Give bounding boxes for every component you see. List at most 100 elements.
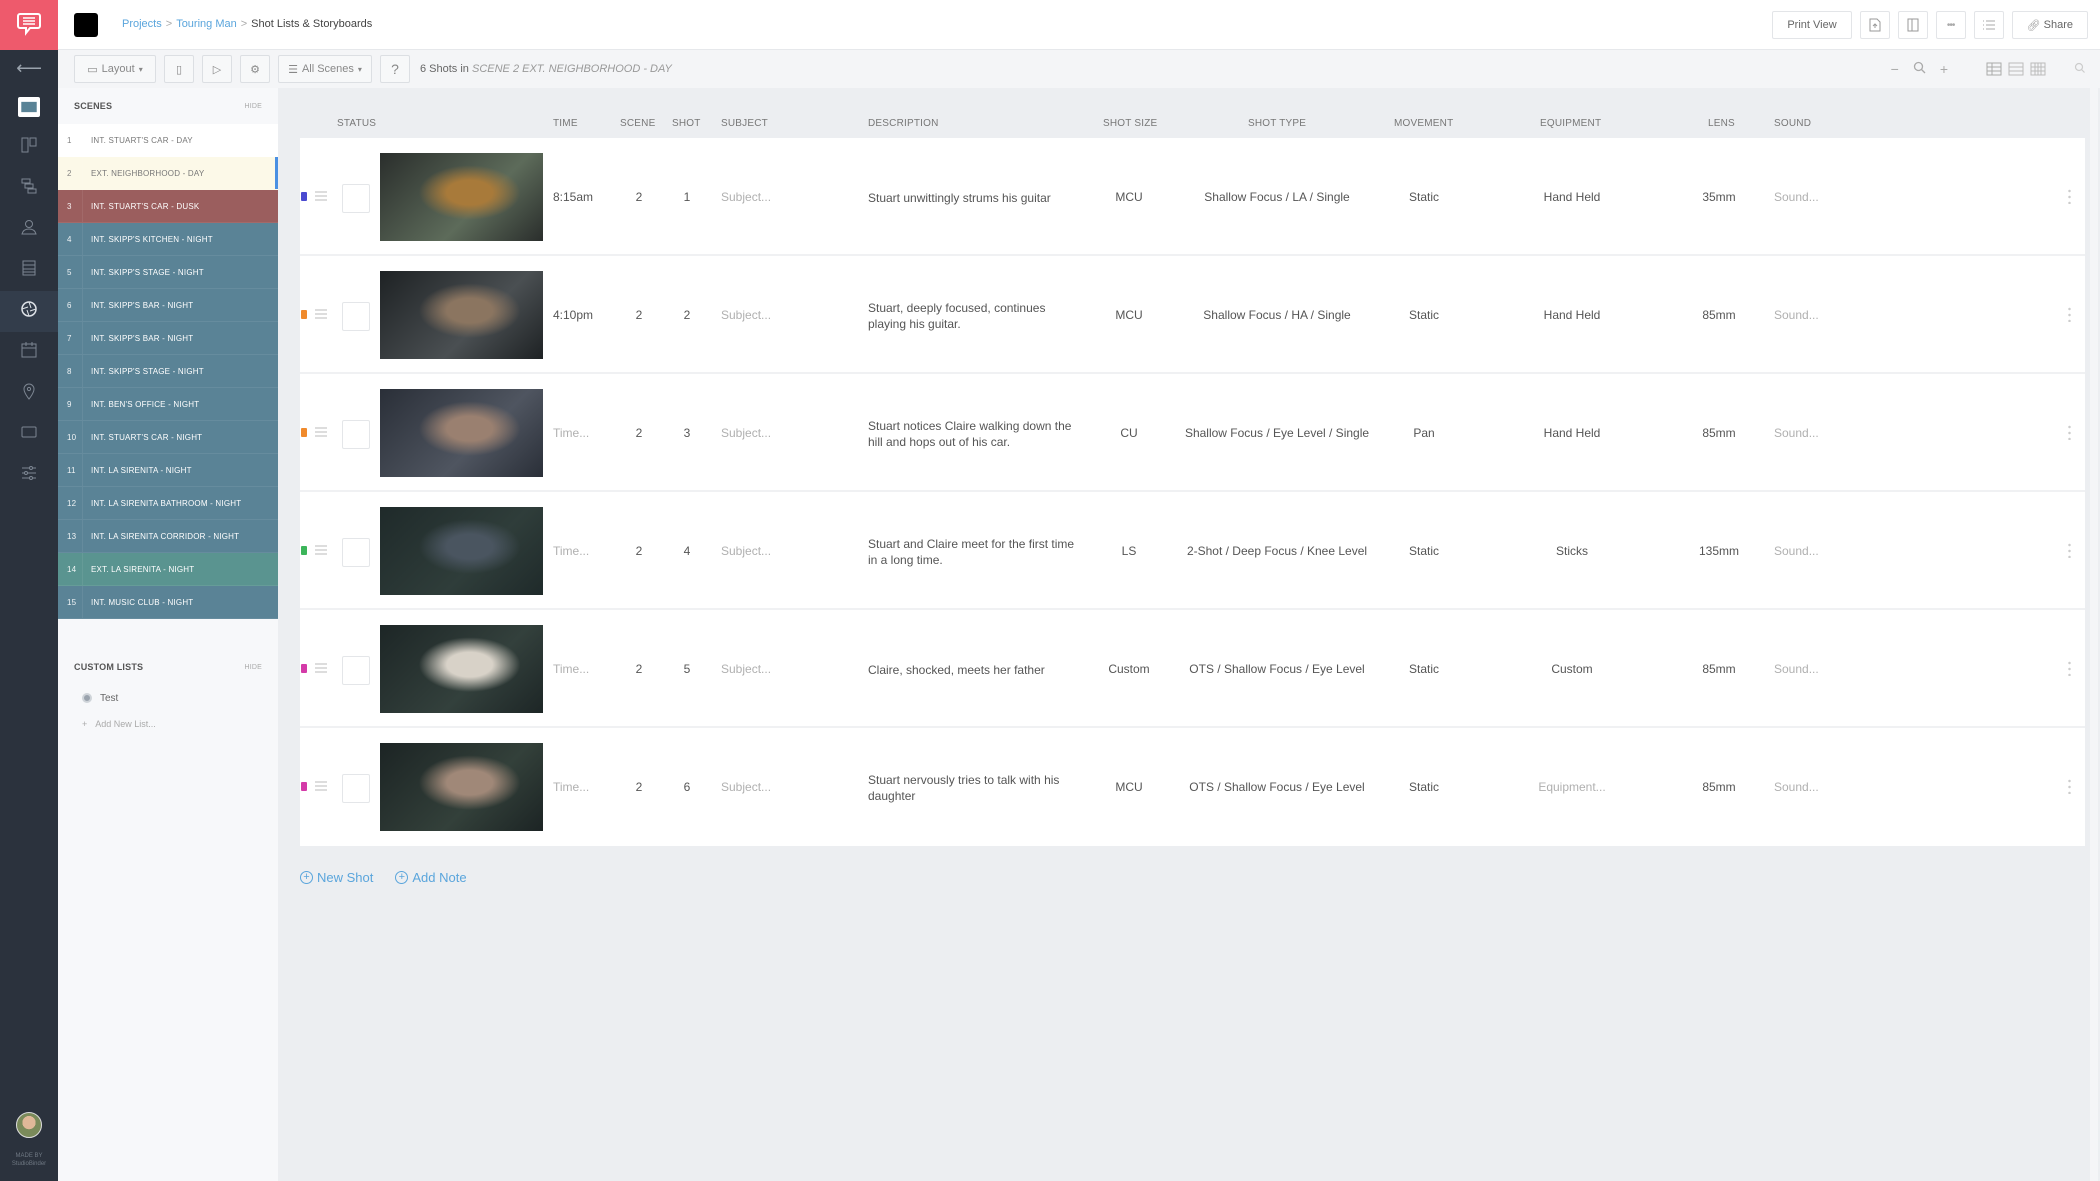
shot-checkbox[interactable]: [342, 420, 370, 449]
column-scene[interactable]: SCENE: [620, 118, 655, 129]
list-view-icon[interactable]: [2008, 62, 2024, 76]
status-color-marker[interactable]: [301, 428, 307, 437]
shot-subject[interactable]: Subject...: [721, 426, 771, 440]
shot-movement[interactable]: Static: [1409, 308, 1439, 322]
scene-item[interactable]: 3 INT. STUART'S CAR - DUSK: [58, 190, 278, 223]
column-shot[interactable]: SHOT: [672, 118, 701, 129]
shot-row[interactable]: Time... 2 4 Subject... Stuart and Claire…: [300, 492, 2085, 610]
column-lens[interactable]: LENS: [1708, 118, 1735, 129]
scene-item[interactable]: 2 EXT. NEIGHBORHOOD - DAY: [58, 157, 278, 190]
shot-type[interactable]: OTS / Shallow Focus / Eye Level: [1189, 662, 1364, 676]
shot-movement[interactable]: Pan: [1413, 426, 1434, 440]
column-time[interactable]: TIME: [553, 118, 578, 129]
scene-item[interactable]: 6 INT. SKIPP'S BAR - NIGHT: [58, 289, 278, 322]
shot-type[interactable]: Shallow Focus / HA / Single: [1203, 308, 1350, 322]
row-menu-icon[interactable]: [2068, 778, 2071, 794]
shot-thumbnail[interactable]: [380, 389, 543, 477]
column-shot-type[interactable]: SHOT TYPE: [1248, 118, 1306, 129]
shot-thumbnail[interactable]: [380, 625, 543, 713]
rail-nav-board[interactable]: [0, 127, 58, 168]
shot-lens[interactable]: 85mm: [1702, 662, 1735, 676]
shot-checkbox[interactable]: [342, 774, 370, 803]
scene-item[interactable]: 8 INT. SKIPP'S STAGE - NIGHT: [58, 355, 278, 388]
shot-checkbox[interactable]: [342, 184, 370, 213]
shot-description[interactable]: Stuart nervously tries to talk with his …: [868, 772, 1078, 804]
shot-description[interactable]: Stuart, deeply focused, continues playin…: [868, 300, 1078, 332]
column-subject[interactable]: SUBJECT: [721, 118, 768, 129]
search-icon[interactable]: [2074, 61, 2086, 77]
drag-handle-icon[interactable]: [315, 545, 327, 555]
shot-sound[interactable]: Sound...: [1774, 780, 1819, 794]
shot-lens[interactable]: 135mm: [1699, 544, 1739, 558]
shot-movement[interactable]: Static: [1409, 190, 1439, 204]
shot-size[interactable]: MCU: [1115, 308, 1142, 322]
column-shot-size[interactable]: SHOT SIZE: [1103, 118, 1157, 129]
shot-row[interactable]: 4:10pm 2 2 Subject... Stuart, deeply foc…: [300, 256, 2085, 374]
shot-size[interactable]: Custom: [1108, 662, 1149, 676]
shot-subject[interactable]: Subject...: [721, 780, 771, 794]
shot-subject[interactable]: Subject...: [721, 544, 771, 558]
shot-subject[interactable]: Subject...: [721, 308, 771, 322]
shot-description[interactable]: Stuart and Claire meet for the first tim…: [868, 536, 1078, 568]
shot-type[interactable]: Shallow Focus / Eye Level / Single: [1185, 426, 1369, 440]
scene-item[interactable]: 13 INT. LA SIRENITA CORRIDOR - NIGHT: [58, 520, 278, 553]
settings-button[interactable]: ⚙: [240, 55, 270, 83]
rail-nav-stripboard[interactable]: [0, 168, 58, 209]
rail-nav-settings-sliders[interactable]: [0, 455, 58, 496]
scene-item[interactable]: 12 INT. LA SIRENITA BATHROOM - NIGHT: [58, 487, 278, 520]
shot-time[interactable]: Time...: [553, 426, 589, 440]
rail-nav-storyboard[interactable]: [0, 86, 58, 127]
shot-equipment[interactable]: Hand Held: [1544, 190, 1601, 204]
scene-item[interactable]: 5 INT. SKIPP'S STAGE - NIGHT: [58, 256, 278, 289]
custom-list-item[interactable]: Test: [58, 685, 278, 711]
shot-sound[interactable]: Sound...: [1774, 308, 1819, 322]
scene-item[interactable]: 10 INT. STUART'S CAR - NIGHT: [58, 421, 278, 454]
layout-dropdown[interactable]: ▭ Layout ▾: [74, 55, 156, 83]
column-equipment[interactable]: EQUIPMENT: [1540, 118, 1601, 129]
shot-type[interactable]: OTS / Shallow Focus / Eye Level: [1189, 780, 1364, 794]
shot-row[interactable]: Time... 2 5 Subject... Claire, shocked, …: [300, 610, 2085, 728]
shot-checkbox[interactable]: [342, 302, 370, 331]
drag-handle-icon[interactable]: [315, 191, 327, 201]
storyboard-view-button[interactable]: [1897, 11, 1928, 39]
shot-lens[interactable]: 85mm: [1702, 780, 1735, 794]
shot-sound[interactable]: Sound...: [1774, 662, 1819, 676]
scene-item[interactable]: 7 INT. SKIPP'S BAR - NIGHT: [58, 322, 278, 355]
shot-lens[interactable]: 85mm: [1702, 426, 1735, 440]
scenes-filter-dropdown[interactable]: ☰ All Scenes ▾: [278, 55, 372, 83]
export-pdf-button[interactable]: [1859, 11, 1890, 39]
breadcrumb-projects[interactable]: Projects: [122, 18, 162, 30]
back-button[interactable]: ⟵: [0, 50, 58, 86]
shot-type[interactable]: 2-Shot / Deep Focus / Knee Level: [1187, 544, 1367, 558]
column-status[interactable]: STATUS: [337, 118, 376, 129]
row-menu-icon[interactable]: [2068, 188, 2071, 204]
shot-sound[interactable]: Sound...: [1774, 190, 1819, 204]
new-shot-button[interactable]: + New Shot: [300, 870, 373, 885]
drag-handle-icon[interactable]: [315, 663, 327, 673]
print-view-button[interactable]: Print View: [1772, 11, 1852, 39]
grid-view-icon[interactable]: [2030, 62, 2046, 76]
app-logo[interactable]: [0, 0, 58, 50]
scene-item[interactable]: 14 EXT. LA SIRENITA - NIGHT: [58, 553, 278, 586]
rail-nav-screen[interactable]: [0, 414, 58, 455]
shot-row[interactable]: Time... 2 6 Subject... Stuart nervously …: [300, 728, 2085, 846]
drag-handle-icon[interactable]: [315, 781, 327, 791]
shot-description[interactable]: Stuart unwittingly strums his guitar: [868, 190, 1078, 206]
play-button[interactable]: ▷: [202, 55, 232, 83]
shot-lens[interactable]: 35mm: [1702, 190, 1735, 204]
drag-handle-icon[interactable]: [315, 427, 327, 437]
shot-time[interactable]: Time...: [553, 780, 589, 794]
breadcrumb-project[interactable]: Touring Man: [176, 18, 237, 30]
shot-size[interactable]: MCU: [1115, 780, 1142, 794]
shot-checkbox[interactable]: [342, 656, 370, 685]
column-movement[interactable]: MOVEMENT: [1394, 118, 1453, 129]
shot-time[interactable]: Time...: [553, 544, 589, 558]
shot-size[interactable]: CU: [1120, 426, 1137, 440]
more-options-button[interactable]: •••: [1935, 11, 1966, 39]
shot-description[interactable]: Claire, shocked, meets her father: [868, 662, 1078, 678]
scene-item[interactable]: 1 INT. STUART'S CAR - DAY: [58, 124, 278, 157]
rail-nav-location-pin[interactable]: [0, 373, 58, 414]
shot-movement[interactable]: Static: [1409, 544, 1439, 558]
mobile-view-button[interactable]: ▯: [164, 55, 194, 83]
row-menu-icon[interactable]: [2068, 660, 2071, 676]
